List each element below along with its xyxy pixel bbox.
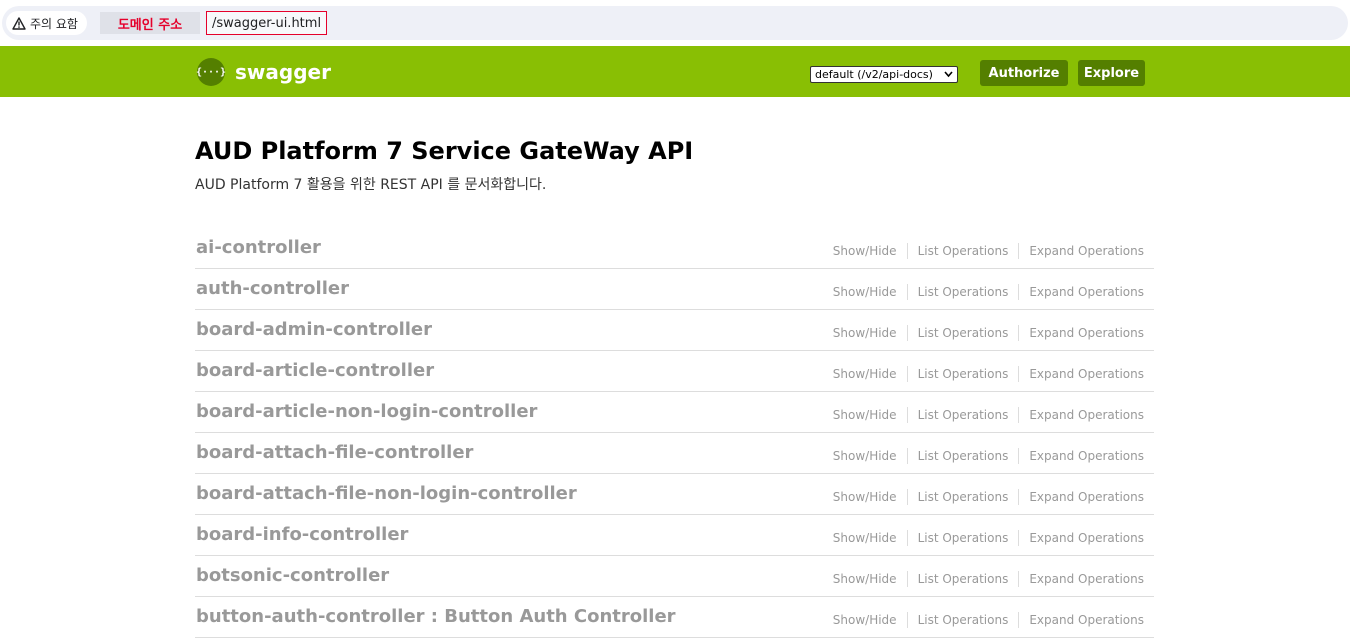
list-operations-link[interactable]: List Operations <box>918 531 1009 546</box>
separator <box>1018 571 1020 587</box>
resource-row: board-article-non-login-controller Show/H… <box>195 392 1154 433</box>
show-hide-link[interactable]: Show/Hide <box>833 408 897 423</box>
separator <box>906 571 908 587</box>
list-operations-link[interactable]: List Operations <box>918 244 1009 259</box>
resource-row: board-info-controller Show/Hide List Opera… <box>195 515 1154 556</box>
swagger-logo-text: swagger <box>235 60 331 84</box>
resource-row: ai-controller Show/Hide List Operations Exp… <box>195 228 1154 269</box>
expand-operations-link[interactable]: Expand Operations <box>1029 490 1144 505</box>
list-operations-link[interactable]: List Operations <box>918 285 1009 300</box>
separator <box>906 530 908 546</box>
resource-operations: Show/Hide List Operations Expand Operation… <box>833 366 1144 382</box>
expand-operations-link[interactable]: Expand Operations <box>1029 408 1144 423</box>
resource-name[interactable]: button-auth-controller : Button Auth Con… <box>196 606 676 627</box>
resource-operations: Show/Hide List Operations Expand Operation… <box>833 448 1144 464</box>
domain-redaction-label: 도메인 주소 <box>100 12 200 34</box>
separator <box>906 612 908 628</box>
separator <box>1018 448 1020 464</box>
expand-operations-link[interactable]: Expand Operations <box>1029 449 1144 464</box>
separator <box>906 243 908 259</box>
resource-row: board-attach-file-non-login-controller Sh… <box>195 474 1154 515</box>
resource-operations: Show/Hide List Operations Expand Operation… <box>833 571 1144 587</box>
warning-icon <box>12 16 26 30</box>
resource-row: button-auth-controller : Button Auth Con… <box>195 597 1154 638</box>
separator <box>1018 407 1020 423</box>
expand-operations-link[interactable]: Expand Operations <box>1029 326 1144 341</box>
resource-operations: Show/Hide List Operations Expand Operation… <box>833 407 1144 423</box>
swagger-logo-icon: {···} <box>196 58 226 86</box>
resource-operations: Show/Hide List Operations Expand Operation… <box>833 284 1144 300</box>
separator <box>1018 284 1020 300</box>
resource-name[interactable]: ai-controller <box>196 237 321 258</box>
separator <box>1018 530 1020 546</box>
list-operations-link[interactable]: List Operations <box>918 572 1009 587</box>
separator <box>906 448 908 464</box>
resource-operations: Show/Hide List Operations Expand Operation… <box>833 612 1144 628</box>
separator <box>1018 612 1020 628</box>
show-hide-link[interactable]: Show/Hide <box>833 490 897 505</box>
resource-list: ai-controller Show/Hide List Operations Exp… <box>195 228 1154 638</box>
show-hide-link[interactable]: Show/Hide <box>833 285 897 300</box>
expand-operations-link[interactable]: Expand Operations <box>1029 531 1144 546</box>
swagger-logo[interactable]: {···} swagger <box>196 58 331 86</box>
api-description: AUD Platform 7 활용을 위한 REST API 를 문서화합니다. <box>195 177 547 193</box>
resource-name[interactable]: board-info-controller <box>196 524 408 545</box>
separator <box>906 325 908 341</box>
show-hide-link[interactable]: Show/Hide <box>833 367 897 382</box>
resource-row: botsonic-controller Show/Hide List Operati… <box>195 556 1154 597</box>
list-operations-link[interactable]: List Operations <box>918 449 1009 464</box>
separator <box>1018 243 1020 259</box>
api-spec-select[interactable]: default (/v2/api-docs) <box>810 66 958 83</box>
separator <box>1018 489 1020 505</box>
show-hide-link[interactable]: Show/Hide <box>833 572 897 587</box>
security-warning-chip[interactable]: 주의 요함 <box>6 11 87 35</box>
list-operations-link[interactable]: List Operations <box>918 408 1009 423</box>
address-bar[interactable]: 주의 요함 도메인 주소 /swagger-ui.html <box>2 6 1348 40</box>
separator <box>1018 325 1020 341</box>
resource-name[interactable]: auth-controller <box>196 278 349 299</box>
authorize-button[interactable]: Authorize <box>980 60 1068 86</box>
resource-row: board-article-controller Show/Hide List Op… <box>195 351 1154 392</box>
resource-operations: Show/Hide List Operations Expand Operation… <box>833 530 1144 546</box>
list-operations-link[interactable]: List Operations <box>918 367 1009 382</box>
resource-name[interactable]: board-article-controller <box>196 360 434 381</box>
show-hide-link[interactable]: Show/Hide <box>833 613 897 628</box>
resource-name[interactable]: board-attach-file-non-login-controller <box>196 483 577 504</box>
separator <box>1018 366 1020 382</box>
chevron-down-icon <box>944 71 953 78</box>
expand-operations-link[interactable]: Expand Operations <box>1029 572 1144 587</box>
api-spec-select-value: default (/v2/api-docs) <box>815 68 933 81</box>
resource-operations: Show/Hide List Operations Expand Operation… <box>833 243 1144 259</box>
expand-operations-link[interactable]: Expand Operations <box>1029 285 1144 300</box>
expand-operations-link[interactable]: Expand Operations <box>1029 244 1144 259</box>
list-operations-link[interactable]: List Operations <box>918 613 1009 628</box>
swagger-header: {···} swagger default (/v2/api-docs) Aut… <box>0 46 1350 97</box>
browser-toolbar: 주의 요함 도메인 주소 /swagger-ui.html <box>0 0 1350 46</box>
explore-button[interactable]: Explore <box>1078 60 1145 86</box>
resource-row: board-attach-file-controller Show/Hide Lis… <box>195 433 1154 474</box>
separator <box>906 284 908 300</box>
separator <box>906 407 908 423</box>
resource-operations: Show/Hide List Operations Expand Operation… <box>833 325 1144 341</box>
resource-name[interactable]: botsonic-controller <box>196 565 389 586</box>
resource-name[interactable]: board-admin-controller <box>196 319 432 340</box>
show-hide-link[interactable]: Show/Hide <box>833 449 897 464</box>
url-path[interactable]: /swagger-ui.html <box>206 11 328 35</box>
resource-name[interactable]: board-attach-file-controller <box>196 442 473 463</box>
separator <box>906 366 908 382</box>
api-title: AUD Platform 7 Service GateWay API <box>195 137 694 165</box>
resource-row: auth-controller Show/Hide List Operations E… <box>195 269 1154 310</box>
list-operations-link[interactable]: List Operations <box>918 326 1009 341</box>
show-hide-link[interactable]: Show/Hide <box>833 244 897 259</box>
expand-operations-link[interactable]: Expand Operations <box>1029 367 1144 382</box>
show-hide-link[interactable]: Show/Hide <box>833 326 897 341</box>
security-warning-label: 주의 요함 <box>30 16 78 31</box>
list-operations-link[interactable]: List Operations <box>918 490 1009 505</box>
resource-operations: Show/Hide List Operations Expand Operation… <box>833 489 1144 505</box>
show-hide-link[interactable]: Show/Hide <box>833 531 897 546</box>
resource-name[interactable]: board-article-non-login-controller <box>196 401 537 422</box>
resource-row: board-admin-controller Show/Hide List Oper… <box>195 310 1154 351</box>
expand-operations-link[interactable]: Expand Operations <box>1029 613 1144 628</box>
separator <box>906 489 908 505</box>
